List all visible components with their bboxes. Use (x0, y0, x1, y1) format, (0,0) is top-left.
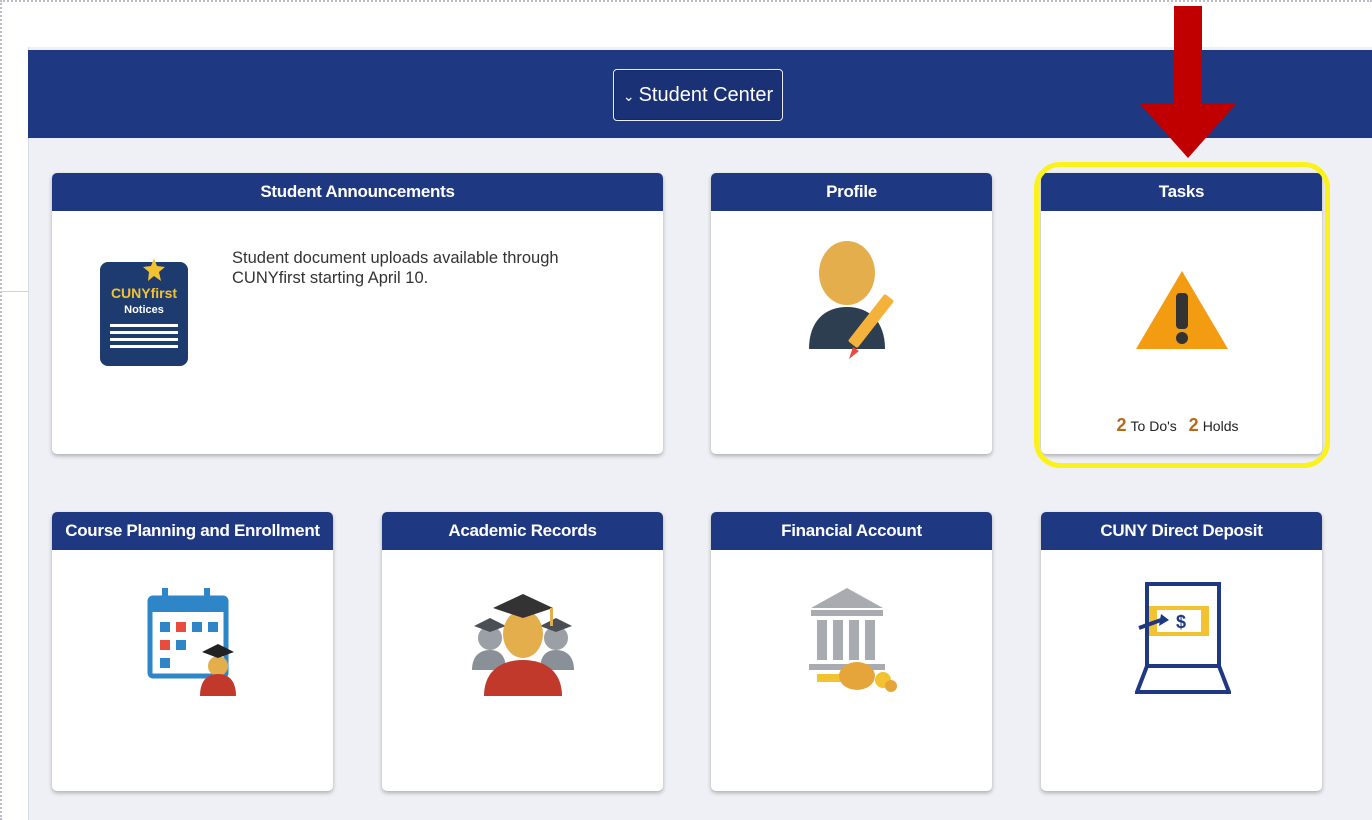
tile-title: Financial Account (711, 512, 992, 550)
tile-financial-account[interactable]: Financial Account (711, 512, 992, 791)
cunyfirst-notices-icon: CUNYfirst Notices (100, 258, 188, 366)
task-counts: 2 To Do's 2 Holds (1041, 415, 1322, 436)
tile-title: Academic Records (382, 512, 663, 550)
calendar-student-icon (147, 588, 236, 696)
holds-label: Holds (1202, 418, 1239, 434)
tile-title: Course Planning and Enrollment (52, 512, 333, 550)
bank-money-icon (809, 588, 897, 692)
tile-title: Student Announcements (52, 173, 663, 211)
announcement-text: Student document uploads available throu… (232, 249, 559, 287)
graduates-icon (472, 594, 574, 696)
tile-profile[interactable]: Profile (711, 173, 992, 454)
tile-tasks[interactable]: Tasks 2 To Do's 2 Holds (1041, 173, 1322, 454)
tile-title: Profile (711, 173, 992, 211)
svg-text:$: $ (1176, 612, 1186, 632)
tile-title: CUNY Direct Deposit (1041, 512, 1322, 550)
tile-academic-records[interactable]: Academic Records (382, 512, 663, 791)
user-edit-icon (809, 241, 894, 359)
todo-count: 2 (1116, 415, 1127, 435)
tile-course-planning[interactable]: Course Planning and Enrollment (52, 512, 333, 791)
menu-button-label: Student Center (638, 83, 774, 106)
svg-text:Notices: Notices (124, 304, 164, 316)
svg-text:CUNYfirst: CUNYfirst (111, 285, 177, 301)
tile-student-announcements[interactable]: Student Announcements CUNYfirst Notices … (52, 173, 663, 454)
divider (0, 291, 28, 292)
holds-count: 2 (1188, 415, 1199, 435)
warning-icon (1136, 271, 1228, 349)
todo-label: To Do's (1130, 418, 1177, 434)
chevron-down-icon: ⌄ (622, 87, 635, 104)
laptop-dollar-icon: $ (1135, 582, 1231, 694)
student-center-menu-button[interactable]: ⌄ Student Center (613, 69, 783, 121)
tile-title: Tasks (1041, 173, 1322, 211)
tile-direct-deposit[interactable]: CUNY Direct Deposit $ (1041, 512, 1322, 791)
red-arrow-icon (1140, 6, 1236, 158)
